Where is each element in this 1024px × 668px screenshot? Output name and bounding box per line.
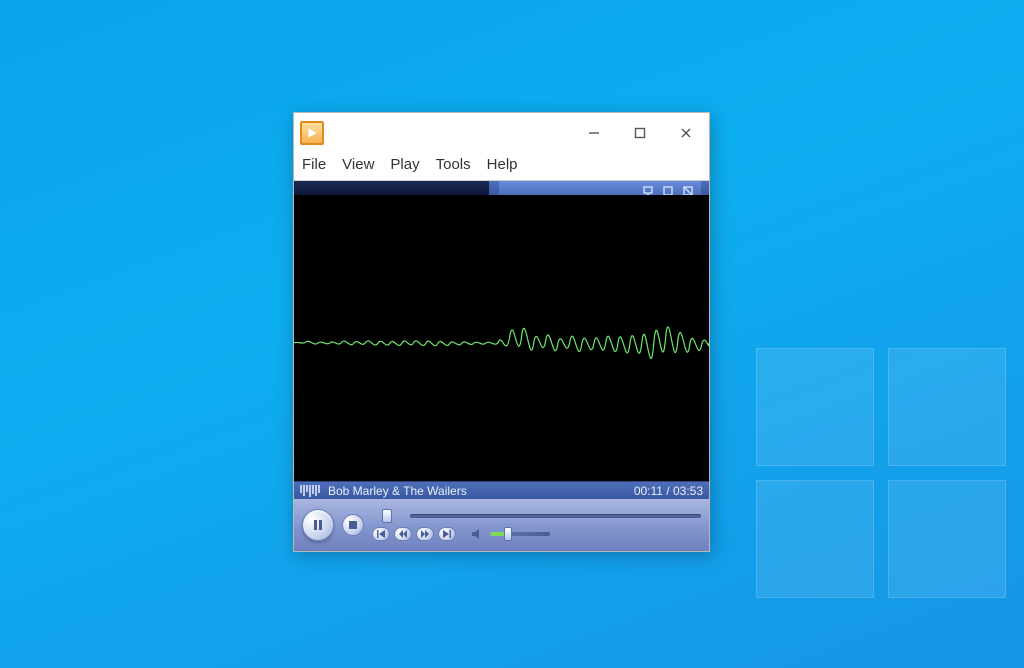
play-pause-button[interactable] (302, 509, 334, 541)
minimize-button[interactable] (571, 113, 617, 153)
visualization-area (294, 195, 709, 481)
app-icon (300, 121, 324, 145)
waveform (294, 327, 709, 359)
volume-slider[interactable] (490, 532, 550, 536)
next-button[interactable] (438, 527, 456, 541)
equalizer-icon (300, 485, 320, 497)
titlebar (294, 113, 709, 153)
volume-thumb[interactable] (504, 527, 512, 541)
strip-monitor-icon[interactable] (643, 183, 653, 193)
close-button[interactable] (663, 113, 709, 153)
menu-file[interactable]: File (302, 156, 326, 173)
seek-thumb[interactable] (382, 509, 392, 523)
mute-icon[interactable] (472, 529, 484, 539)
maximize-button[interactable] (617, 113, 663, 153)
seek-bar[interactable] (410, 514, 701, 518)
previous-button[interactable] (372, 527, 390, 541)
forward-button[interactable] (416, 527, 434, 541)
menubar: File View Play Tools Help (294, 153, 709, 181)
media-player-window: File View Play Tools Help (293, 112, 710, 552)
menu-tools[interactable]: Tools (436, 156, 471, 173)
strip-window-icon[interactable] (663, 183, 673, 193)
time-display: 00:11 / 03:53 (634, 484, 703, 498)
strip-arrow-icon[interactable] (683, 183, 693, 193)
controls-bar (294, 499, 709, 551)
top-strip (294, 181, 709, 195)
rewind-button[interactable] (394, 527, 412, 541)
menu-help[interactable]: Help (487, 156, 518, 173)
menu-play[interactable]: Play (390, 156, 419, 173)
stop-button[interactable] (342, 514, 364, 536)
menu-view[interactable]: View (342, 156, 374, 173)
info-bar: Bob Marley & The Wailers 00:11 / 03:53 (294, 481, 709, 499)
windows-logo (756, 348, 1006, 598)
track-label: Bob Marley & The Wailers (328, 484, 467, 498)
